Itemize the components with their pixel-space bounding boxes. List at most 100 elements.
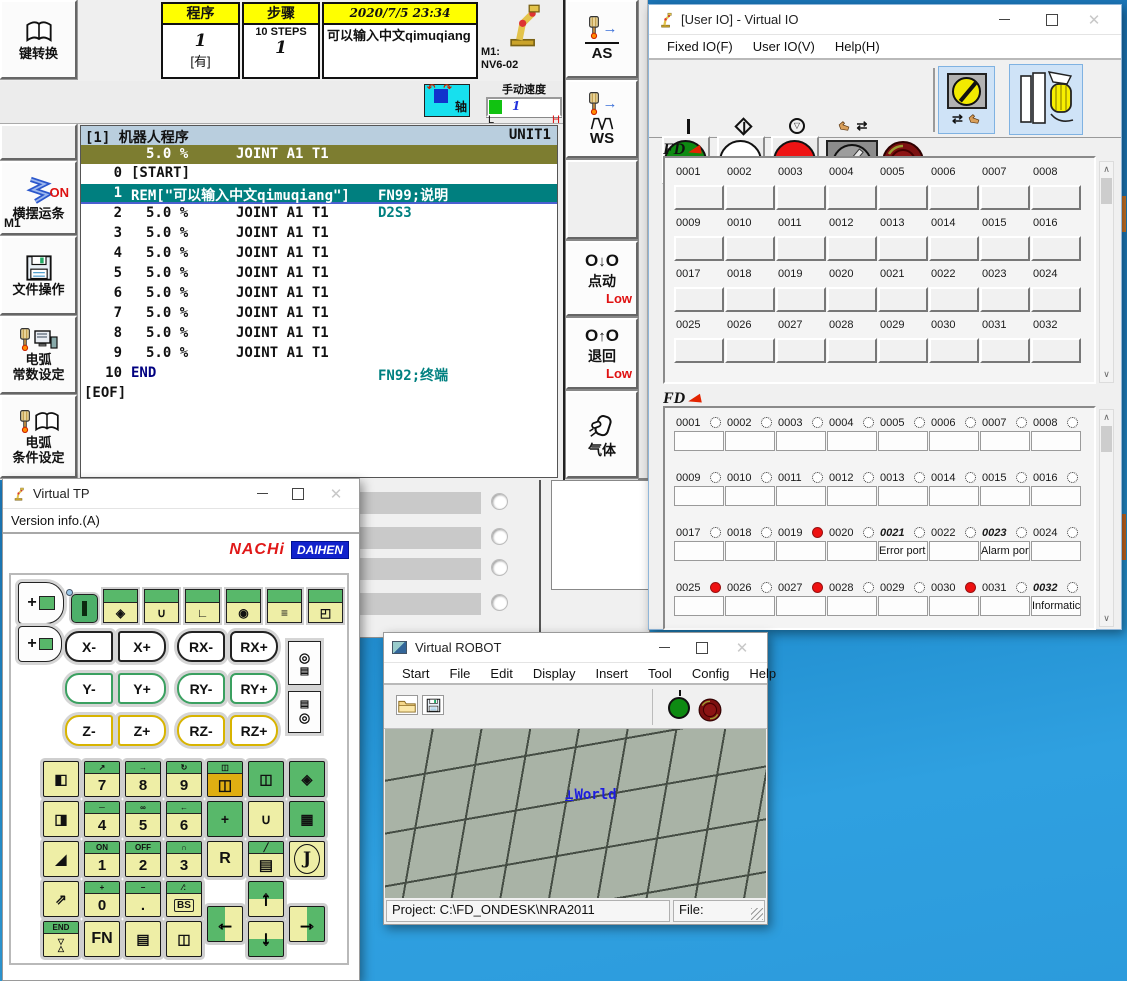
key-7[interactable]: ↗7 bbox=[84, 761, 120, 797]
io-lamp[interactable] bbox=[914, 582, 925, 593]
io-input-button[interactable] bbox=[674, 236, 724, 261]
minimize-button[interactable] bbox=[987, 5, 1021, 34]
robot-title-bar[interactable]: Virtual ROBOT ✕ bbox=[384, 633, 767, 663]
window-zoom-button[interactable]: ◎▤ bbox=[288, 641, 321, 685]
close-button[interactable]: ✕ bbox=[1077, 5, 1111, 34]
io-input-button[interactable] bbox=[878, 338, 928, 363]
jog-key-ym-plus[interactable]: Y+ bbox=[118, 673, 166, 704]
io-input-button[interactable] bbox=[827, 236, 877, 261]
key-0[interactable]: +0 bbox=[84, 881, 120, 917]
jog-key-rzm-plus[interactable]: RZ+ bbox=[230, 715, 278, 746]
key-9[interactable]: ↻9 bbox=[166, 761, 202, 797]
io-input-button[interactable] bbox=[929, 236, 979, 261]
io-label-field[interactable] bbox=[929, 596, 979, 616]
minimize-button[interactable] bbox=[647, 633, 681, 662]
scroll-down-icon[interactable]: ∨ bbox=[1100, 369, 1113, 380]
io-input-button[interactable] bbox=[929, 287, 979, 312]
io-lamp[interactable] bbox=[761, 417, 772, 428]
wire-inching-button[interactable]: O↓O 点动 Low bbox=[566, 241, 638, 316]
cursor-down-key[interactable]: ↓ bbox=[248, 921, 284, 957]
program-stack-button[interactable]: + bbox=[18, 626, 62, 662]
io-lamp[interactable] bbox=[710, 417, 721, 428]
reset-key[interactable]: R bbox=[207, 841, 243, 877]
jog-key-xm-plus[interactable]: X+ bbox=[118, 631, 166, 662]
io-label-field[interactable] bbox=[980, 486, 1030, 506]
io-lamp[interactable] bbox=[812, 527, 823, 538]
io-lamp[interactable] bbox=[1067, 472, 1078, 483]
io-label-field[interactable] bbox=[929, 431, 979, 451]
overlap-shift-key[interactable]: ◫◫ bbox=[207, 761, 243, 797]
io-lamp[interactable] bbox=[812, 582, 823, 593]
key-period[interactable]: −. bbox=[125, 881, 161, 917]
io-input-button[interactable] bbox=[1031, 287, 1081, 312]
io-lamp[interactable] bbox=[1067, 527, 1078, 538]
window-select-button[interactable]: ▤◎ bbox=[288, 691, 321, 733]
io-label-field[interactable] bbox=[1031, 486, 1081, 506]
robot-select-button[interactable]: ◈ bbox=[103, 589, 138, 623]
key-3[interactable]: ∩3 bbox=[166, 841, 202, 877]
speed-key[interactable]: ◢ bbox=[43, 841, 79, 877]
arc-start-button[interactable]: → AS bbox=[566, 0, 638, 78]
io-input-button[interactable] bbox=[980, 338, 1030, 363]
io-input-button[interactable] bbox=[725, 287, 775, 312]
jog-key-rzm-[interactable]: RZ- bbox=[177, 715, 225, 746]
cursor-left-key[interactable]: ← bbox=[207, 906, 243, 942]
maximize-button[interactable] bbox=[281, 479, 315, 508]
wire-retract-button[interactable]: O↑O 退回 Low bbox=[566, 318, 638, 389]
close-button[interactable]: ✕ bbox=[319, 479, 353, 508]
edit-key[interactable]: ╱▤ bbox=[248, 841, 284, 877]
io-input-button[interactable] bbox=[878, 287, 928, 312]
io-input-button[interactable] bbox=[674, 338, 724, 363]
program-box-1-key[interactable]: ◧ bbox=[43, 761, 79, 797]
program-line[interactable]: 95.0 %JOINT A1 T1 bbox=[81, 344, 557, 364]
enable-switch-button[interactable] bbox=[1009, 64, 1083, 135]
copy-page-key[interactable]: ◫ bbox=[166, 921, 202, 957]
key-6[interactable]: ←6 bbox=[166, 801, 202, 837]
program-line[interactable]: [EOF] bbox=[81, 384, 557, 404]
io-lamp[interactable] bbox=[965, 582, 976, 593]
io-input-button[interactable] bbox=[980, 185, 1030, 210]
io-input-button[interactable] bbox=[1031, 185, 1081, 210]
menu-version-info[interactable]: Version info.(A) bbox=[11, 511, 110, 530]
jog-key-ym-[interactable]: Y- bbox=[65, 673, 113, 704]
io-label-field[interactable] bbox=[1031, 431, 1081, 451]
screen-layout-button[interactable]: ◰ bbox=[308, 589, 343, 623]
io-input-button[interactable] bbox=[827, 185, 877, 210]
io-input-button[interactable] bbox=[776, 338, 826, 363]
key-4[interactable]: ─4 bbox=[84, 801, 120, 837]
io-input-button[interactable] bbox=[725, 236, 775, 261]
list-button[interactable]: ≡ bbox=[267, 589, 302, 623]
scroll-up-icon[interactable]: ∧ bbox=[1100, 412, 1113, 423]
io-input-button[interactable] bbox=[776, 185, 826, 210]
output-scrollbar[interactable]: ∧ ∨ bbox=[1099, 409, 1114, 627]
io-label-field[interactable] bbox=[929, 486, 979, 506]
enter-key[interactable]: J bbox=[289, 841, 325, 877]
menu-item[interactable]: Start bbox=[392, 664, 439, 683]
io-lamp[interactable] bbox=[761, 527, 772, 538]
gas-check-button[interactable]: 气体 bbox=[566, 391, 638, 478]
io-label-field[interactable] bbox=[827, 486, 877, 506]
io-label-field[interactable] bbox=[674, 431, 724, 451]
sidebar-blank-button[interactable] bbox=[0, 124, 77, 160]
io-lamp[interactable] bbox=[1016, 472, 1027, 483]
io-lamp[interactable] bbox=[1067, 417, 1078, 428]
io-lamp[interactable] bbox=[863, 527, 874, 538]
io-label-field[interactable] bbox=[827, 541, 877, 561]
cursor-up-key[interactable]: ↑ bbox=[248, 881, 284, 917]
io-label-field[interactable]: Error port bbox=[878, 541, 928, 561]
sidebar-key-switch-button[interactable]: 键转换 bbox=[0, 0, 77, 79]
io-input-button[interactable] bbox=[980, 287, 1030, 312]
io-label-field[interactable] bbox=[776, 431, 826, 451]
io-lamp[interactable] bbox=[710, 527, 721, 538]
overlap-key[interactable]: ◫ bbox=[248, 761, 284, 797]
io-label-field[interactable]: Alarm port bbox=[980, 541, 1030, 561]
menu-item[interactable]: Edit bbox=[480, 664, 522, 683]
program-line[interactable]: 25.0 %JOINT A1 T1D2S3 bbox=[81, 204, 557, 224]
jog-key-rxm-plus[interactable]: RX+ bbox=[230, 631, 278, 662]
scroll-down-icon[interactable]: ∨ bbox=[1100, 613, 1113, 624]
io-label-field[interactable] bbox=[980, 596, 1030, 616]
scroll-thumb[interactable] bbox=[1101, 178, 1112, 204]
mechanism-key[interactable]: ◈ bbox=[289, 761, 325, 797]
io-input-button[interactable] bbox=[929, 185, 979, 210]
io-label-field[interactable] bbox=[827, 431, 877, 451]
